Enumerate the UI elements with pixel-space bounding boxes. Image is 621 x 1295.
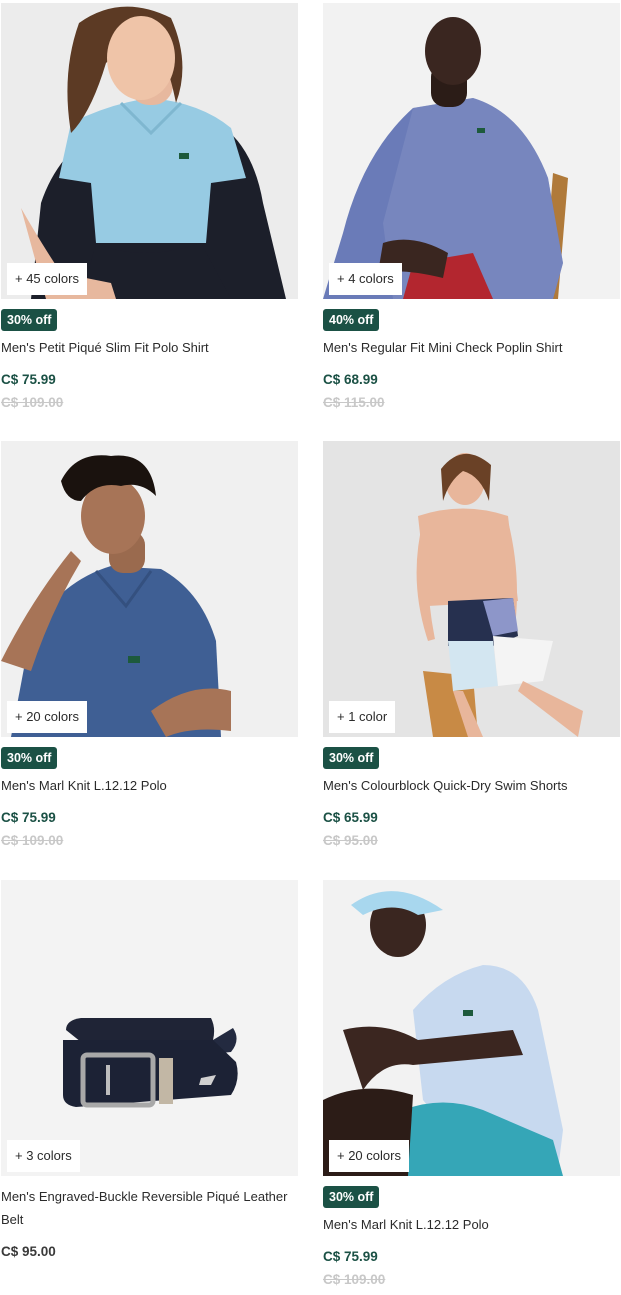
price: C$ 95.00 [1, 1244, 56, 1259]
color-count[interactable]: + 3 colors [7, 1140, 80, 1172]
original-price: C$ 109.00 [323, 1272, 386, 1287]
product-image[interactable]: + 4 colors [323, 3, 620, 299]
product-name[interactable]: Men's Regular Fit Mini Check Poplin Shir… [323, 336, 620, 359]
product-image[interactable]: + 1 color [323, 441, 620, 737]
original-price: C$ 115.00 [323, 395, 385, 410]
discount-badge: 30% off [323, 1186, 380, 1208]
sale-price: C$ 68.99 [323, 372, 378, 387]
sale-price: C$ 65.99 [323, 810, 378, 825]
original-price: C$ 95.00 [323, 833, 378, 848]
sale-price: C$ 75.99 [1, 372, 56, 387]
product-name[interactable]: Men's Engraved-Buckle Reversible Piqué L… [1, 1185, 298, 1231]
color-count[interactable]: + 20 colors [329, 1140, 409, 1172]
product-image[interactable]: + 3 colors [1, 880, 298, 1176]
sale-price: C$ 75.99 [1, 810, 56, 825]
color-count[interactable]: + 45 colors [7, 263, 87, 295]
color-count[interactable]: + 20 colors [7, 701, 87, 733]
discount-badge: 30% off [323, 747, 380, 769]
product-image[interactable]: + 20 colors [323, 880, 620, 1176]
color-count[interactable]: + 4 colors [329, 263, 402, 295]
sale-price: C$ 75.99 [323, 1249, 378, 1264]
product-name[interactable]: Men's Colourblock Quick-Dry Swim Shorts [323, 774, 620, 797]
product-name[interactable]: Men's Petit Piqué Slim Fit Polo Shirt [1, 336, 298, 359]
original-price: C$ 109.00 [1, 395, 64, 410]
color-count[interactable]: + 1 color [329, 701, 396, 733]
discount-badge: 40% off [323, 309, 380, 331]
discount-badge: 30% off [1, 309, 58, 331]
discount-badge: 30% off [1, 747, 58, 769]
product-name[interactable]: Men's Marl Knit L.12.12 Polo [1, 774, 298, 797]
original-price: C$ 109.00 [1, 833, 64, 848]
product-image[interactable]: + 20 colors [1, 441, 298, 737]
product-image[interactable]: + 45 colors [1, 3, 298, 299]
product-name[interactable]: Men's Marl Knit L.12.12 Polo [323, 1213, 620, 1236]
